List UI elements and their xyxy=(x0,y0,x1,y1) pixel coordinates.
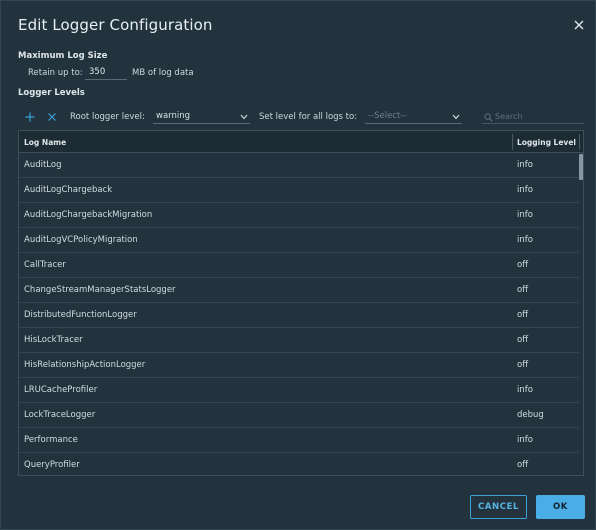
search-box[interactable] xyxy=(482,110,584,124)
log-name-cell: HisRelationshipActionLogger xyxy=(24,360,146,370)
root-logger-label: Root logger level: xyxy=(70,112,145,122)
log-name-cell: LockTraceLogger xyxy=(24,410,96,420)
logging-level-cell[interactable]: info xyxy=(517,385,533,395)
logging-level-cell[interactable]: off xyxy=(517,310,528,320)
logging-level-cell[interactable]: info xyxy=(517,235,533,245)
log-name-cell: AuditLogChargebackMigration xyxy=(24,210,153,220)
table-row[interactable]: QueryProfiler off xyxy=(19,453,581,475)
logging-level-cell[interactable]: off xyxy=(517,360,528,370)
chevron-down-icon xyxy=(452,113,460,123)
set-all-level-select[interactable]: --Select-- xyxy=(365,109,462,124)
column-resize-handle[interactable] xyxy=(512,134,513,150)
table-row[interactable]: AuditLogVCPolicyMigration info xyxy=(19,228,581,253)
table-row[interactable]: HisRelationshipActionLogger off xyxy=(19,353,581,378)
dialog-title: Edit Logger Configuration xyxy=(18,16,213,34)
log-name-cell: AuditLogVCPolicyMigration xyxy=(24,235,138,245)
table-row[interactable]: AuditLogChargeback info xyxy=(19,178,581,203)
retain-size-input[interactable] xyxy=(85,64,127,80)
table-row[interactable]: ChangeStreamManagerStatsLogger off xyxy=(19,278,581,303)
grid-header: Log Name Logging Level xyxy=(19,131,583,153)
logging-level-cell[interactable]: off xyxy=(517,285,528,295)
logging-level-cell[interactable]: info xyxy=(517,435,533,445)
search-input[interactable] xyxy=(495,110,581,123)
log-name-cell: QueryProfiler xyxy=(24,460,80,470)
log-name-cell: DistributedFunctionLogger xyxy=(24,310,137,320)
logger-levels-heading: Logger Levels xyxy=(18,88,85,98)
log-name-cell: HisLockTracer xyxy=(24,335,83,345)
log-name-cell: AuditLog xyxy=(24,160,62,170)
set-all-level-label: Set level for all logs to: xyxy=(259,112,358,122)
ok-button[interactable]: OK xyxy=(536,495,585,519)
retain-suffix: MB of log data xyxy=(132,68,194,78)
plus-icon[interactable] xyxy=(24,111,36,123)
root-logger-select[interactable]: warning xyxy=(153,109,250,124)
table-row[interactable]: LRUCacheProfiler info xyxy=(19,378,581,403)
logging-level-cell[interactable]: debug xyxy=(517,410,544,420)
log-name-cell: Performance xyxy=(24,435,78,445)
table-row[interactable]: AuditLog info xyxy=(19,153,581,178)
logging-level-cell[interactable]: info xyxy=(517,160,533,170)
grid-body: AuditLog info AuditLogChargeback info AuditL… xyxy=(19,153,581,475)
logger-grid: Log Name Logging Level AuditLog info Audit… xyxy=(18,130,584,476)
edit-logger-dialog: Edit Logger Configuration Maximum Log Si… xyxy=(0,0,596,530)
scrollbar-track[interactable] xyxy=(579,153,583,475)
column-header-logging-level[interactable]: Logging Level xyxy=(517,138,576,147)
logging-level-cell[interactable]: off xyxy=(517,335,528,345)
table-row[interactable]: DistributedFunctionLogger off xyxy=(19,303,581,328)
max-log-size-heading: Maximum Log Size xyxy=(18,51,108,61)
table-row[interactable]: HisLockTracer off xyxy=(19,328,581,353)
log-name-cell: CallTracer xyxy=(24,260,66,270)
log-name-cell: AuditLogChargeback xyxy=(24,185,113,195)
table-row[interactable]: Performance info xyxy=(19,428,581,453)
close-icon[interactable] xyxy=(573,19,585,31)
table-row[interactable]: LockTraceLogger debug xyxy=(19,403,581,428)
logging-level-cell[interactable]: info xyxy=(517,210,533,220)
cancel-button[interactable]: CANCEL xyxy=(470,495,527,519)
x-icon[interactable] xyxy=(46,111,58,123)
logging-level-cell[interactable]: off xyxy=(517,460,528,470)
chevron-down-icon xyxy=(240,113,248,123)
retain-label: Retain up to: xyxy=(28,68,83,78)
column-resize-handle[interactable] xyxy=(579,134,580,150)
search-icon xyxy=(484,113,493,125)
column-header-log-name[interactable]: Log Name xyxy=(24,138,66,147)
table-row[interactable]: AuditLogChargebackMigration info xyxy=(19,203,581,228)
log-name-cell: ChangeStreamManagerStatsLogger xyxy=(24,285,176,295)
set-all-level-placeholder: --Select-- xyxy=(368,111,407,121)
table-row[interactable]: CallTracer off xyxy=(19,253,581,278)
logging-level-cell[interactable]: info xyxy=(517,185,533,195)
log-name-cell: LRUCacheProfiler xyxy=(24,385,98,395)
scrollbar-thumb[interactable] xyxy=(579,154,583,180)
root-logger-value: warning xyxy=(156,111,191,121)
logging-level-cell[interactable]: off xyxy=(517,260,528,270)
